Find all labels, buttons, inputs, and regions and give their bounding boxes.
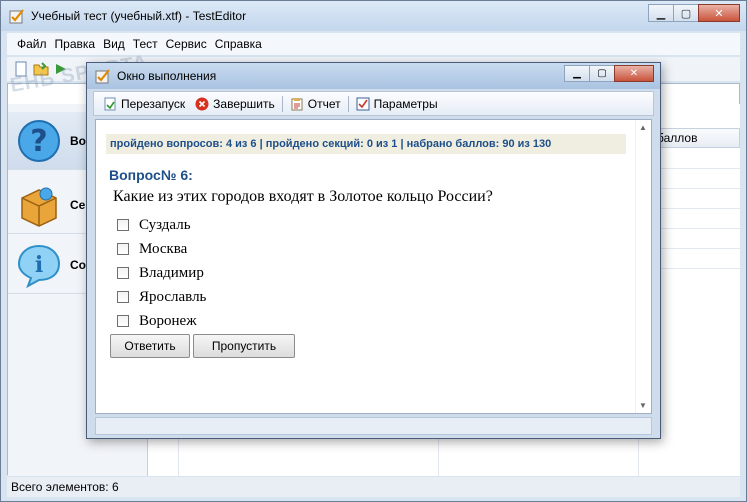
minimize-button[interactable]: ▁	[648, 4, 674, 22]
answer-option[interactable]: Владимир	[117, 263, 204, 283]
vertical-scrollbar[interactable]: ▲ ▼	[635, 120, 651, 413]
progress-stats: пройдено вопросов: 4 из 6 | пройдено сек…	[106, 134, 626, 154]
restart-icon	[104, 97, 116, 110]
scroll-up-icon[interactable]: ▲	[639, 123, 647, 132]
main-statusbar: Всего элементов: 6	[7, 477, 740, 497]
answer-checkbox[interactable]	[117, 219, 129, 231]
answer-label: Москва	[139, 240, 188, 257]
answer-label: Суздаль	[139, 216, 191, 233]
menu-file[interactable]: Файл	[13, 37, 51, 51]
maximize-icon: ▢	[597, 68, 607, 79]
menu-help[interactable]: Справка	[211, 37, 266, 51]
finish-button[interactable]: Завершить	[190, 93, 280, 114]
answer-label: Ярославль	[139, 288, 207, 305]
menubar: Файл Правка Вид Тест Сервис Справка	[7, 33, 740, 55]
question-icon: ?	[18, 119, 60, 162]
parameters-label: Параметры	[373, 96, 438, 111]
menu-edit[interactable]: Правка	[51, 37, 100, 51]
dialog-statusbar	[95, 417, 652, 435]
dialog-app-icon	[95, 69, 110, 84]
close-button[interactable]: ✕	[698, 4, 740, 22]
dialog-minimize-button[interactable]: ▁	[564, 65, 590, 82]
menu-service[interactable]: Сервис	[162, 37, 211, 51]
answer-option[interactable]: Москва	[117, 239, 187, 259]
dialog-content: пройдено вопросов: 4 из 6 | пройдено сек…	[95, 119, 652, 414]
execution-dialog: Окно выполнения ▁ ▢ ✕ Перезапуск Заверши…	[86, 62, 661, 439]
restart-button[interactable]: Перезапуск	[98, 93, 190, 114]
dialog-toolbar: Перезапуск Завершить Отчет Параметры	[93, 91, 654, 116]
finish-label: Завершить	[213, 96, 275, 111]
maximize-button[interactable]: ▢	[673, 4, 699, 22]
svg-text:?: ?	[30, 124, 47, 159]
report-label: Отчет	[307, 96, 341, 111]
report-button[interactable]: Отчет	[285, 93, 346, 114]
close-icon: ✕	[629, 68, 639, 79]
dialog-titlebar[interactable]: Окно выполнения ▁ ▢ ✕	[87, 63, 660, 89]
box-icon	[21, 187, 57, 227]
answer-checkbox[interactable]	[117, 315, 129, 327]
maximize-icon: ▢	[680, 7, 692, 20]
scroll-down-icon[interactable]: ▼	[639, 401, 647, 410]
stop-icon	[195, 97, 209, 110]
checklist-icon	[356, 97, 370, 110]
app-logo-icon	[9, 9, 24, 24]
close-icon: ✕	[714, 7, 724, 20]
report-icon	[291, 97, 303, 110]
skip-button[interactable]: Пропустить	[193, 334, 295, 358]
parameters-button[interactable]: Параметры	[351, 93, 443, 114]
answer-checkbox[interactable]	[117, 243, 129, 255]
dialog-maximize-button[interactable]: ▢	[589, 65, 615, 82]
answer-checkbox[interactable]	[117, 267, 129, 279]
answer-option[interactable]: Воронеж	[117, 311, 197, 331]
info-icon: i	[17, 244, 61, 288]
answer-option[interactable]: Ярославль	[117, 287, 206, 307]
answer-button[interactable]: Ответить	[110, 334, 190, 358]
minimize-icon: ▁	[656, 7, 666, 20]
question-text: Какие из этих городов входят в Золотое к…	[113, 188, 493, 205]
minimize-icon: ▁	[573, 68, 581, 79]
question-number: Вопрос№ 6:	[109, 167, 193, 183]
main-titlebar[interactable]: Учебный тест (учебный.xtf) - TestEditor …	[1, 1, 746, 31]
answer-option[interactable]: Суздаль	[117, 215, 191, 235]
svg-text:i: i	[35, 252, 43, 278]
dialog-close-button[interactable]: ✕	[614, 65, 654, 82]
answer-label: Владимир	[139, 264, 204, 281]
answer-label: Воронеж	[139, 312, 197, 329]
menu-test[interactable]: Тест	[129, 37, 162, 51]
menu-view[interactable]: Вид	[99, 37, 129, 51]
dialog-title: Окно выполнения	[117, 69, 217, 83]
main-window-title: Учебный тест (учебный.xtf) - TestEditor	[31, 9, 247, 23]
restart-label: Перезапуск	[121, 96, 186, 111]
answer-checkbox[interactable]	[117, 291, 129, 303]
